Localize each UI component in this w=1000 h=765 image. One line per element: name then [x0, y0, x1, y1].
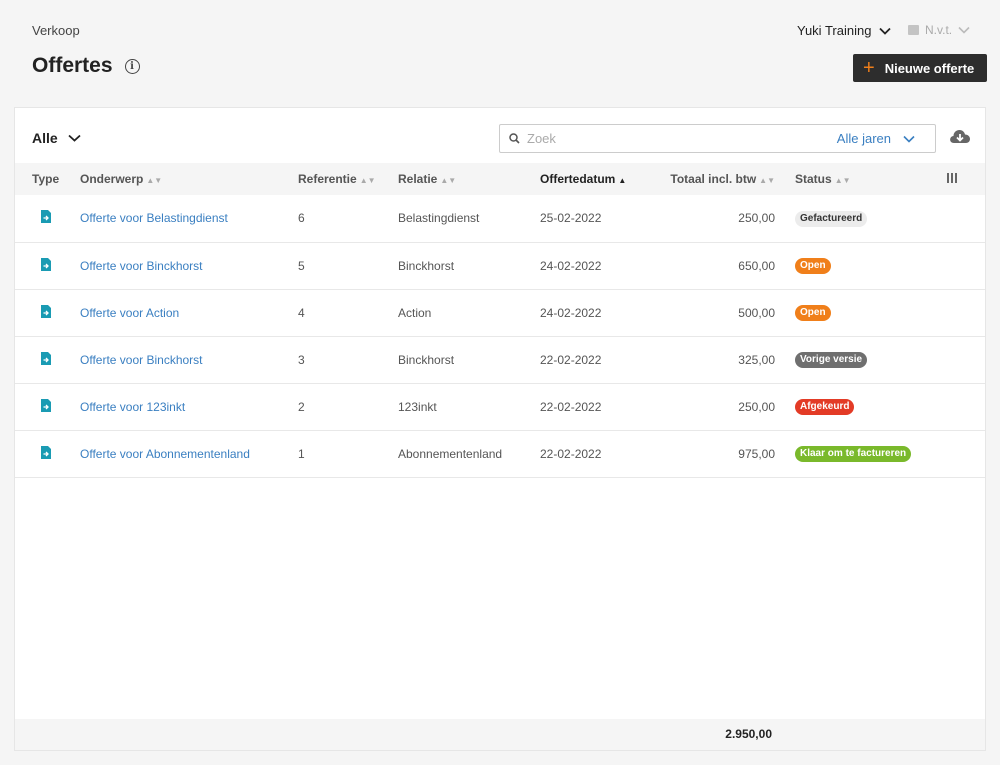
row-date: 22-02-2022: [540, 352, 602, 367]
quote-document-icon: [41, 351, 51, 365]
status-badge: Afgekeurd: [795, 399, 855, 415]
table-row[interactable]: Offerte voor Abonnementenland 1 Abonneme…: [15, 430, 985, 477]
row-date: 24-02-2022: [540, 258, 602, 273]
sort-icon: ▲: [618, 176, 627, 185]
page-title-wrap: Offertes i: [32, 54, 140, 78]
table-row[interactable]: Offerte voor Binckhorst 3 Binckhorst 22-…: [15, 336, 985, 383]
row-relation: Belastingdienst: [398, 211, 480, 226]
year-select-label: Alle jaren: [836, 131, 891, 146]
year-select[interactable]: Alle jaren: [837, 131, 915, 146]
row-total: 500,00: [738, 305, 775, 320]
row-total: 650,00: [738, 258, 775, 273]
row-subject[interactable]: Offerte voor Action: [80, 289, 298, 336]
search-box: Alle jaren: [499, 124, 936, 153]
info-icon[interactable]: i: [124, 58, 140, 74]
calendar-icon: [908, 25, 919, 35]
grand-total: 2.950,00: [725, 727, 772, 741]
status-badge: Open: [795, 305, 831, 321]
period-select[interactable]: N.v.t.: [908, 23, 970, 37]
status-badge: Open: [795, 258, 831, 274]
column-settings[interactable]: [947, 163, 985, 195]
new-quote-label: Nieuwe offerte: [884, 60, 975, 76]
page-title: Offertes: [32, 54, 113, 77]
row-relation: Binckhorst: [398, 352, 455, 367]
plus-icon: +: [863, 57, 875, 79]
sort-icon: ▲▼: [759, 176, 775, 185]
status-filter-label: Alle: [32, 130, 58, 146]
breadcrumb: Verkoop: [32, 23, 80, 38]
column-status[interactable]: Status ▲▼: [787, 163, 947, 195]
table-header: Type Onderwerp ▲▼ Referentie ▲▼ Relatie ▲▼ …: [15, 163, 985, 195]
organisation-select[interactable]: Yuki Training: [797, 23, 892, 38]
column-type: Type: [32, 172, 60, 186]
status-filter[interactable]: Alle: [32, 130, 81, 146]
row-subject[interactable]: Offerte voor Abonnementenland: [80, 430, 298, 477]
new-quote-button[interactable]: + Nieuwe offerte: [853, 54, 987, 82]
row-relation: 123inkt: [398, 399, 437, 414]
row-subject[interactable]: Offerte voor Belastingdienst: [80, 195, 298, 242]
status-badge: Vorige versie: [795, 352, 868, 368]
row-reference: 6: [298, 211, 305, 226]
row-relation: Action: [398, 305, 432, 320]
row-date: 22-02-2022: [540, 399, 602, 414]
sort-icon: ▲▼: [834, 176, 851, 185]
column-reference[interactable]: Referentie ▲▼: [298, 163, 398, 195]
row-reference: 2: [298, 399, 305, 414]
row-reference: 4: [298, 305, 305, 320]
quote-document-icon: [41, 304, 51, 318]
quotes-table: Type Onderwerp ▲▼ Referentie ▲▼ Relatie ▲▼ …: [15, 163, 985, 478]
row-subject[interactable]: Offerte voor Binckhorst: [80, 336, 298, 383]
row-date: 22-02-2022: [540, 446, 602, 461]
sort-icon: ▲▼: [440, 176, 457, 185]
quote-document-icon: [41, 257, 51, 271]
row-total: 250,00: [738, 211, 775, 226]
row-date: 25-02-2022: [540, 211, 602, 226]
table-row[interactable]: Offerte voor 123inkt 2 123inkt 22-02-202…: [15, 383, 985, 430]
table-row[interactable]: Offerte voor Belastingdienst 6 Belasting…: [15, 195, 985, 242]
table-footer: 2.950,00: [15, 719, 985, 750]
sort-icon: ▲▼: [146, 176, 163, 185]
quote-document-icon: [41, 210, 51, 224]
period-label: N.v.t.: [925, 23, 953, 37]
organisation-name: Yuki Training: [797, 23, 872, 38]
search-icon: [509, 133, 520, 144]
row-total: 325,00: [738, 352, 775, 367]
chevron-down-icon: [903, 135, 915, 143]
row-total: 975,00: [738, 446, 775, 461]
chevron-down-icon: [879, 27, 892, 35]
chevron-down-icon: [68, 134, 81, 142]
quotes-card: Alle Alle jaren Type Onderwerp▲▼ Referen…: [14, 107, 986, 751]
status-badge: Klaar om te factureren: [795, 446, 912, 462]
table-row[interactable]: Offerte voor Binckhorst 5 Binckhorst 24-…: [15, 242, 985, 289]
row-reference: 5: [298, 258, 305, 273]
quote-document-icon: [41, 445, 51, 459]
column-relation[interactable]: Relatie ▲▼: [398, 163, 540, 195]
row-reference: 1: [298, 446, 305, 461]
table-row[interactable]: Offerte voor Action 4 Action 24-02-2022 …: [15, 289, 985, 336]
column-subject[interactable]: Onderwerp ▲▼: [80, 163, 298, 195]
cloud-download-icon[interactable]: [949, 128, 971, 146]
row-relation: Binckhorst: [398, 258, 455, 273]
row-total: 250,00: [738, 399, 775, 414]
row-date: 24-02-2022: [540, 305, 602, 320]
column-total[interactable]: Totaal incl. btw ▲▼: [660, 163, 787, 195]
row-reference: 3: [298, 352, 305, 367]
row-subject[interactable]: Offerte voor Binckhorst: [80, 242, 298, 289]
chevron-down-icon: [958, 26, 970, 34]
quote-document-icon: [41, 398, 51, 412]
row-subject[interactable]: Offerte voor 123inkt: [80, 383, 298, 430]
row-relation: Abonnementenland: [398, 446, 503, 461]
search-input[interactable]: [527, 131, 827, 146]
sort-icon: ▲▼: [359, 176, 376, 185]
column-date[interactable]: Offertedatum ▲: [540, 163, 660, 195]
column-settings-icon[interactable]: [947, 173, 957, 183]
status-badge: Gefactureerd: [795, 210, 868, 227]
